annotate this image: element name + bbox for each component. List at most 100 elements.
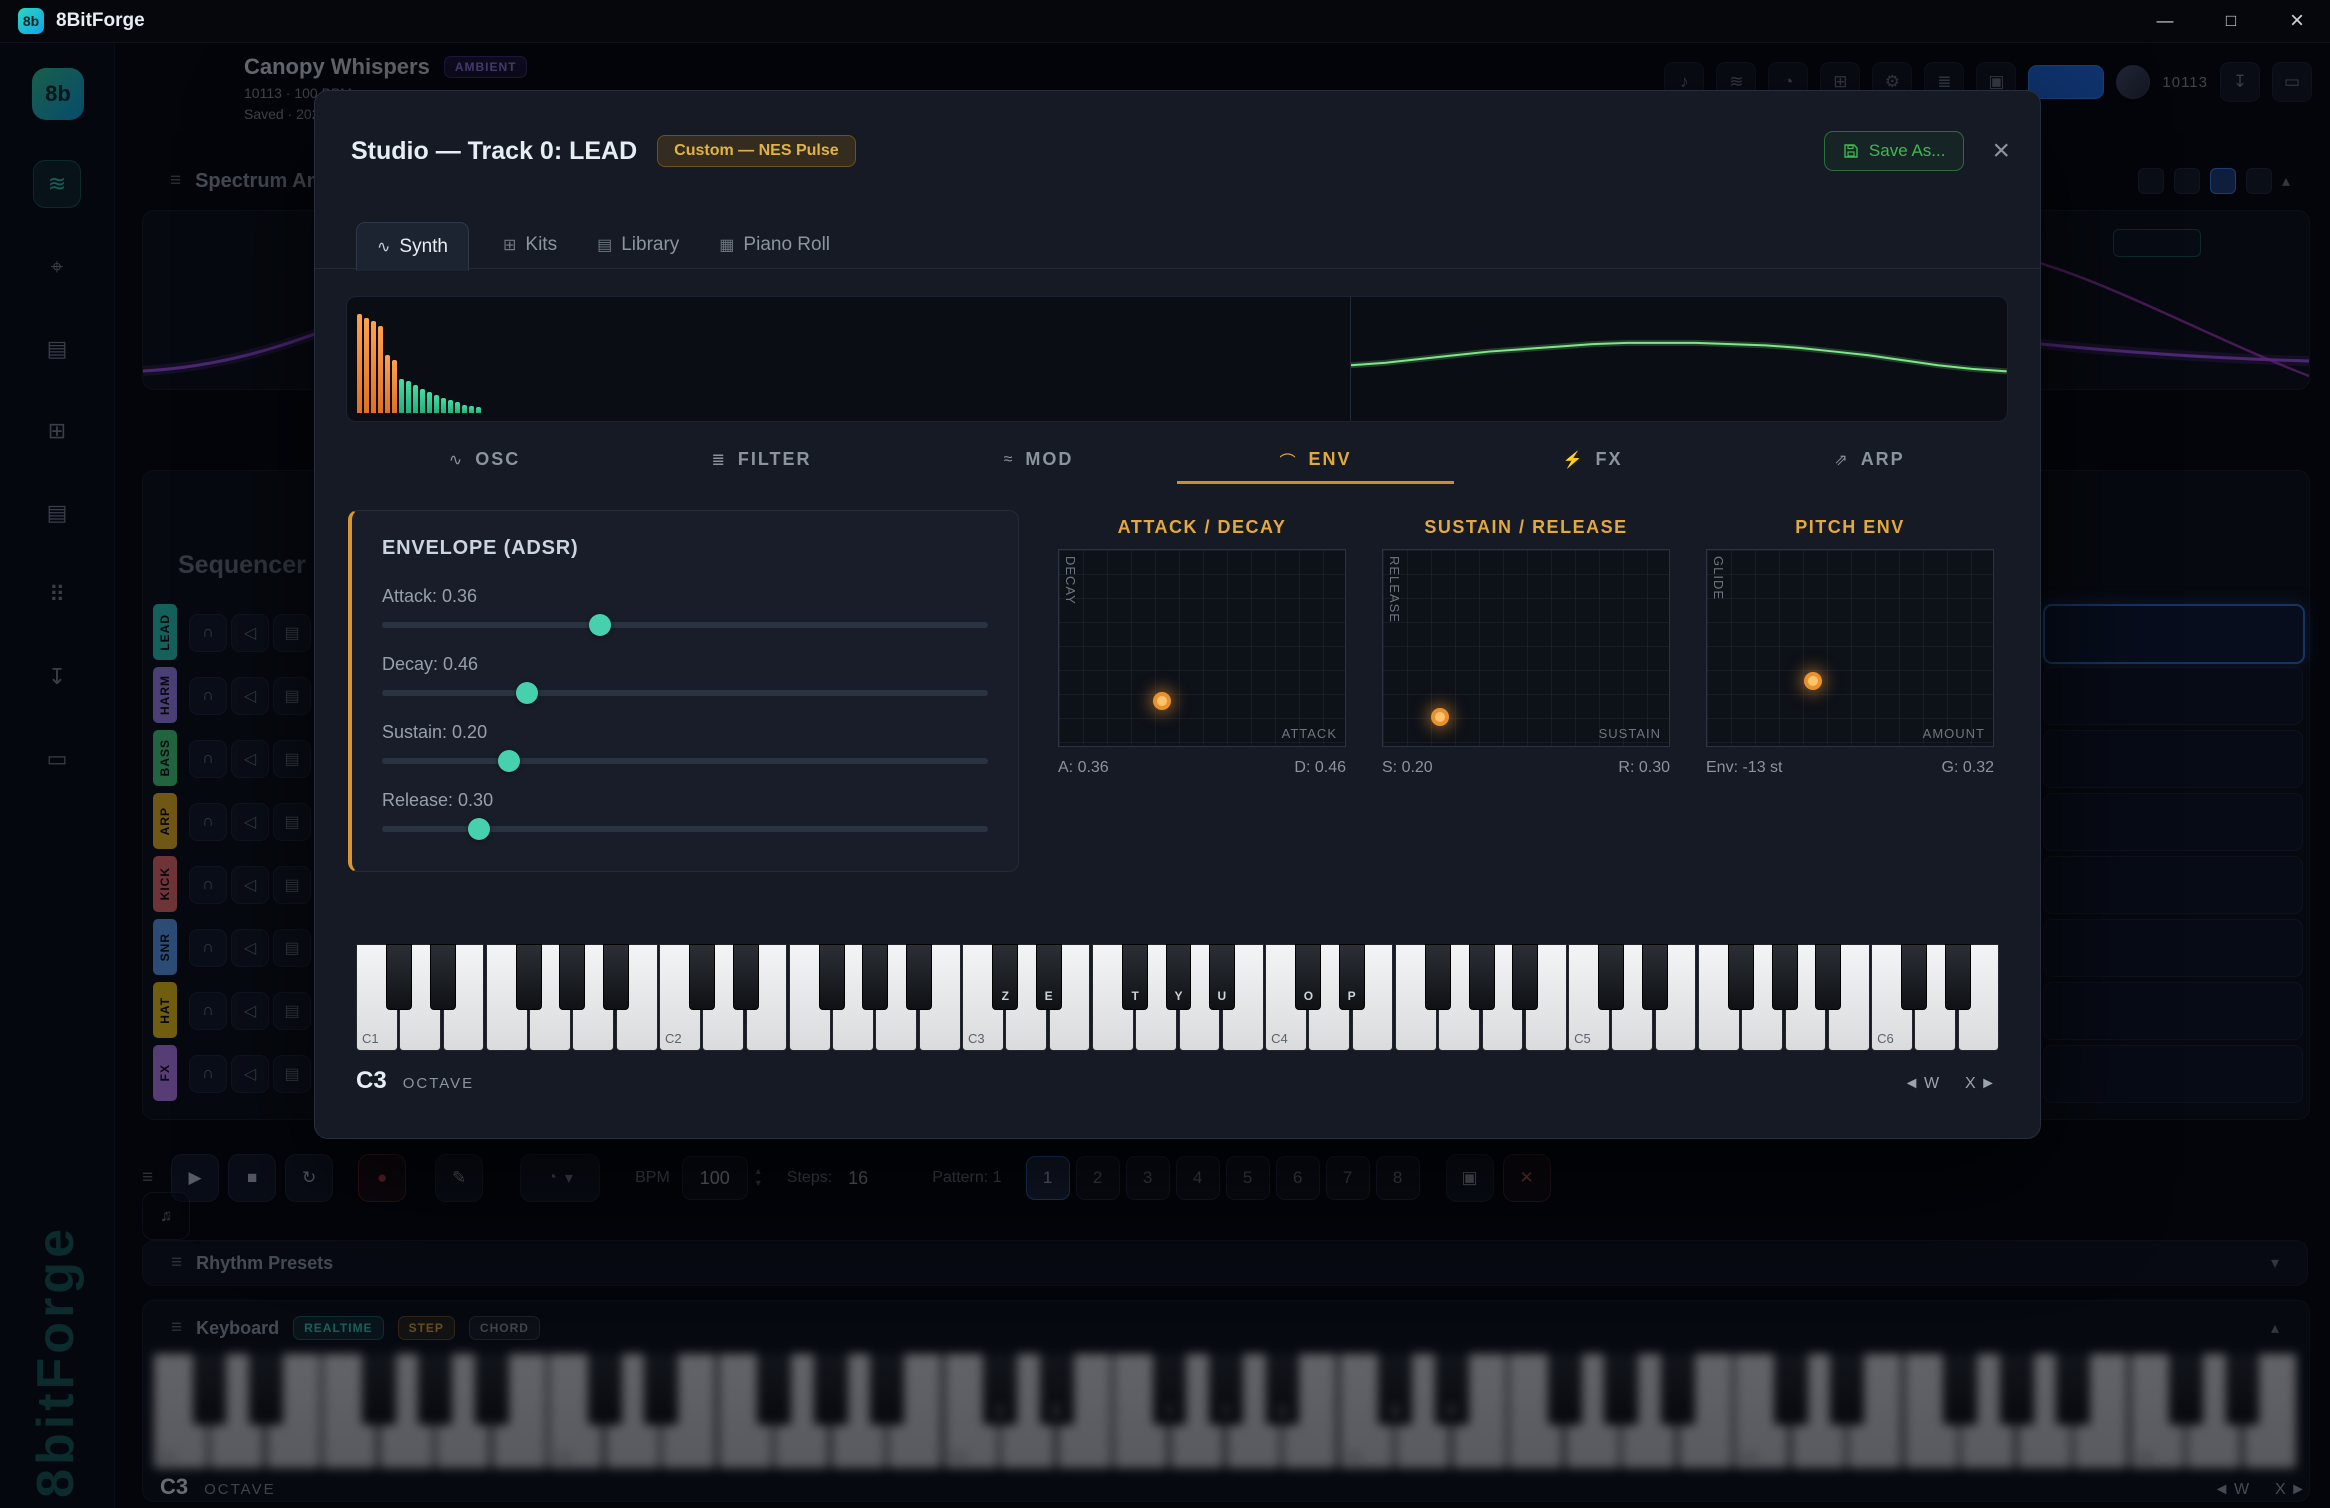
- release-slider-knob[interactable]: [468, 818, 490, 840]
- preset-badge: Custom — NES Pulse: [657, 135, 855, 167]
- save-icon: [1843, 143, 1859, 159]
- attack-slider[interactable]: [382, 622, 988, 628]
- fx-icon: ⚡: [1563, 450, 1585, 470]
- pad-y-axis-label: RELEASE: [1387, 556, 1402, 623]
- harmonic-bar: [462, 405, 467, 413]
- subtab-env[interactable]: ⌒ENV: [1177, 438, 1454, 484]
- tab-library[interactable]: ▤ Library: [591, 222, 685, 268]
- piano-key-A#1[interactable]: [603, 944, 629, 1010]
- pad-title: SUSTAIN / RELEASE: [1382, 517, 1670, 537]
- synth-waveform-icon: ∿: [377, 237, 390, 257]
- studio-modal: Studio — Track 0: LEAD Custom — NES Puls…: [314, 90, 2041, 1139]
- tab-synth[interactable]: ∿ Synth: [356, 222, 469, 271]
- tab-label: Kits: [525, 234, 557, 256]
- harmonic-bar: [434, 395, 439, 413]
- key-shortcut-label: Y: [1167, 989, 1191, 1003]
- window-close-button[interactable]: ×: [2264, 0, 2330, 42]
- piano-key-D#6[interactable]: [1945, 944, 1971, 1010]
- piano-key-C#4[interactable]: O: [1295, 944, 1321, 1010]
- decay-slider[interactable]: [382, 690, 988, 696]
- piano-key-G#1[interactable]: [559, 944, 585, 1010]
- piano-key-A#4[interactable]: [1512, 944, 1538, 1010]
- piano-key-A#3[interactable]: U: [1209, 944, 1235, 1010]
- harmonic-bar: [357, 314, 362, 413]
- piano-key-F#3[interactable]: T: [1122, 944, 1148, 1010]
- subtab-label: ENV: [1309, 449, 1352, 470]
- piano-key-F#5[interactable]: [1728, 944, 1754, 1010]
- harmonic-bar: [371, 321, 376, 413]
- harmonic-bar: [427, 392, 432, 413]
- decay-slider-knob[interactable]: [516, 682, 538, 704]
- maximize-button[interactable]: □: [2198, 0, 2264, 42]
- piano-key-A#2[interactable]: [906, 944, 932, 1010]
- octave-marker: C1: [362, 1031, 379, 1046]
- piano-key-D#4[interactable]: P: [1339, 944, 1365, 1010]
- synth-visualizer: [346, 296, 2008, 422]
- subtab-fx[interactable]: ⚡ FX: [1454, 438, 1731, 484]
- harmonic-bar: [392, 360, 397, 413]
- piano-key-C#1[interactable]: [386, 944, 412, 1010]
- piano-key-C#6[interactable]: [1901, 944, 1927, 1010]
- app-title: 8BitForge: [56, 10, 145, 32]
- sustain-release-xy-pad[interactable]: RELEASE SUSTAIN: [1382, 549, 1670, 747]
- tab-piano-roll[interactable]: ▦ Piano Roll: [713, 222, 836, 268]
- piano-key-D#5[interactable]: [1642, 944, 1668, 1010]
- harmonic-bar: [469, 406, 474, 413]
- minimize-button[interactable]: —: [2132, 0, 2198, 42]
- window-controls: — □ ×: [2132, 0, 2330, 42]
- kits-grid-icon: ⊞: [503, 235, 516, 255]
- modal-octave-bar: C3 OCTAVE ◄ W X ►: [356, 1067, 1996, 1095]
- piano-key-D#2[interactable]: [733, 944, 759, 1010]
- current-octave: C3: [356, 1067, 387, 1095]
- pad-value-left: A: 0.36: [1058, 759, 1109, 777]
- subtab-label: ARP: [1861, 449, 1905, 470]
- pad-value-right: D: 0.46: [1294, 759, 1346, 777]
- xy-pad-handle[interactable]: [1804, 672, 1822, 690]
- piano-key-G#3[interactable]: Y: [1166, 944, 1192, 1010]
- piano-key-G#4[interactable]: [1469, 944, 1495, 1010]
- piano-key-A#5[interactable]: [1815, 944, 1841, 1010]
- subtab-arp[interactable]: ⇗ARP: [1731, 438, 2008, 484]
- piano-key-G#2[interactable]: [862, 944, 888, 1010]
- piano-key-F#1[interactable]: [516, 944, 542, 1010]
- xy-pad-handle[interactable]: [1431, 708, 1449, 726]
- subtab-filter[interactable]: ≣FILTER: [623, 438, 900, 484]
- save-as-button[interactable]: Save As...: [1824, 131, 1965, 171]
- pitch-env-xy-pad[interactable]: GLIDE AMOUNT: [1706, 549, 1994, 747]
- key-shortcut-label: E: [1037, 989, 1061, 1003]
- piano-key-C#5[interactable]: [1598, 944, 1624, 1010]
- octave-up-button[interactable]: X ►: [1965, 1075, 1996, 1093]
- subtab-label: FILTER: [738, 449, 812, 470]
- piano-key-C#3[interactable]: Z: [992, 944, 1018, 1010]
- piano-key-G#5[interactable]: [1772, 944, 1798, 1010]
- sustain-slider-block: Sustain: 0.20: [382, 722, 988, 764]
- subtab-label: MOD: [1025, 449, 1073, 470]
- piano-key-F#4[interactable]: [1425, 944, 1451, 1010]
- subtab-mod[interactable]: ≈MOD: [900, 438, 1177, 484]
- pitch-env-pad-group: PITCH ENV GLIDE AMOUNT Env: -13 st G: 0.…: [1706, 517, 1994, 777]
- tab-label: Piano Roll: [743, 234, 830, 256]
- attack-decay-xy-pad[interactable]: DECAY ATTACK: [1058, 549, 1346, 747]
- piano-key-F#2[interactable]: [819, 944, 845, 1010]
- pad-title: PITCH ENV: [1706, 517, 1994, 537]
- modal-close-button[interactable]: ×: [1992, 136, 2010, 166]
- piano-key-C#2[interactable]: [689, 944, 715, 1010]
- sustain-slider[interactable]: [382, 758, 988, 764]
- attack-slider-knob[interactable]: [589, 614, 611, 636]
- release-slider[interactable]: [382, 826, 988, 832]
- harmonic-bar: [413, 385, 418, 413]
- octave-marker: C3: [968, 1031, 985, 1046]
- harmonic-bar: [448, 400, 453, 413]
- pad-x-axis-label: SUSTAIN: [1599, 726, 1661, 741]
- decay-label: Decay: 0.46: [382, 654, 988, 675]
- octave-down-button[interactable]: ◄ W: [1904, 1075, 1939, 1093]
- piano-key-D#3[interactable]: E: [1036, 944, 1062, 1010]
- titlebar: 8b 8BitForge — □ ×: [0, 0, 2330, 43]
- release-label: Release: 0.30: [382, 790, 988, 811]
- piano-key-D#1[interactable]: [430, 944, 456, 1010]
- xy-pad-handle[interactable]: [1153, 692, 1171, 710]
- sustain-slider-knob[interactable]: [498, 750, 520, 772]
- subtab-osc[interactable]: ∿OSC: [346, 438, 623, 484]
- subtab-label: FX: [1595, 449, 1622, 470]
- tab-kits[interactable]: ⊞ Kits: [497, 222, 563, 268]
